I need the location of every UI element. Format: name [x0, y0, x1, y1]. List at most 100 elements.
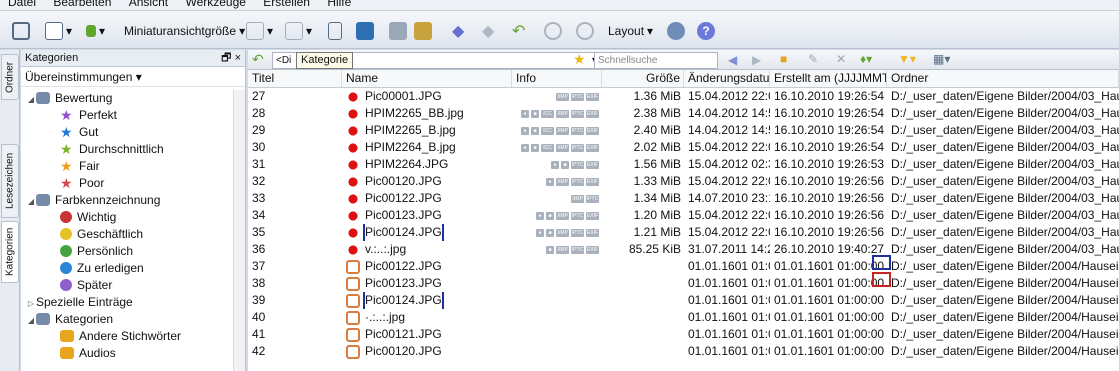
table-row[interactable]: 31 HPIM2264.JPG ● ■ IPTC EXIF 1.56 MiB 15.04.20… [248, 156, 1119, 173]
menu-datei[interactable]: Datei [8, 0, 36, 11]
tree-item[interactable]: Wichtig [21, 209, 234, 226]
help-button[interactable]: ? [697, 20, 715, 42]
expanded-icon[interactable]: ◢ [26, 193, 36, 210]
tree-scrollbar[interactable] [233, 90, 245, 371]
cell-folder: D:/_user_daten/Eigene Bilder/2004/Hausei… [891, 327, 1119, 341]
table-row[interactable]: 39 Pic00124.JPG 01.01.1601 01:00... 01.01.1… [248, 292, 1119, 309]
cell-name: Pic00124.JPG [342, 292, 512, 309]
tree-item[interactable]: ◢ Kategorien [21, 311, 234, 328]
tree-item[interactable]: ★ Perfekt [21, 107, 234, 124]
menu-bearbeiten[interactable]: Bearbeiten [53, 0, 111, 11]
tree-item[interactable]: ◢ Bewertung [21, 90, 234, 107]
tree-item[interactable]: Geschäftlich [21, 226, 234, 243]
filter-bar: ↶ <Di▾ Kategorie ★ Schnellsuche ◀ ▶ ■ ✎ … [248, 50, 1119, 70]
table-row[interactable]: 28 HPIM2265_BB.jpg ● ■ ICC XMP IPTC EXIF 2.38 Mi… [248, 105, 1119, 122]
slideshow-button[interactable] [414, 20, 432, 42]
back-button[interactable]: ◆ [452, 20, 464, 42]
tree-item[interactable]: ★ Poor [21, 175, 234, 192]
menu-hilfe[interactable]: Hilfe [327, 0, 351, 11]
back-filter-icon[interactable]: ◀ [728, 53, 737, 67]
header-ordner[interactable]: Ordner [887, 70, 1119, 87]
tab-ordner[interactable]: Ordner [1, 54, 19, 100]
cell-info [512, 275, 602, 292]
metadata-badge: EXIF [586, 160, 599, 169]
menu-erstellen[interactable]: Erstellen [263, 0, 310, 11]
funnel-icon[interactable]: ▼▾ [898, 52, 916, 66]
table-row[interactable]: 29 HPIM2265_B.jpg ● ■ ICC XMP IPTC EXIF 2.40 MiB… [248, 122, 1119, 139]
rotate-right-button[interactable] [576, 20, 594, 42]
forward-filter-icon[interactable]: ▶ [752, 53, 761, 67]
tab-kategorien[interactable]: Kategorien [1, 221, 19, 283]
match-filter[interactable]: Übereinstimmungen ▾ [21, 67, 245, 87]
fullscreen-button[interactable] [12, 20, 30, 42]
cell-title: 34 [252, 208, 266, 222]
header-aenderungsdatum[interactable]: Änderungsdatum [684, 70, 770, 87]
collapsed-icon[interactable]: ▷ [26, 295, 36, 312]
table-row[interactable]: 42 Pic00120.JPG 01.01.1601 01:00... 01.01.1… [248, 343, 1119, 360]
tree-item[interactable]: ▷ Spezielle Einträge [21, 294, 234, 311]
columns-icon[interactable]: ▦▾ [933, 52, 950, 66]
table-row[interactable]: 36 v.:..:.jpg ■ XMP IPTC EXIF 85.25 KiB 31.07.2… [248, 241, 1119, 258]
header-titel[interactable]: Titel [248, 70, 342, 87]
rotate-left-button[interactable] [544, 20, 562, 42]
edit-icon[interactable]: ✎ [808, 52, 818, 66]
table-row[interactable]: 27 Pic00001.JPG XMP IPTC EXIF 1.36 MiB 15.04.2… [248, 88, 1119, 105]
table-row[interactable]: 38 Pic00123.JPG 01.01.1601 01:00... 01.01.1… [248, 275, 1119, 292]
preview-button[interactable] [389, 20, 407, 42]
tree-item[interactable]: Später [21, 277, 234, 294]
file-name: Pic00123.JPG [365, 276, 442, 290]
refresh-filter-icon[interactable]: ↶ [252, 51, 264, 68]
tree-item[interactable]: ★ Fair [21, 158, 234, 175]
tree-item[interactable]: ◢ Farbkennzeichnung [21, 192, 234, 209]
delete-icon[interactable]: ✕ [836, 52, 846, 66]
table-row[interactable]: 37 Pic00122.JPG 01.01.1601 01:00... 01.01.1… [248, 258, 1119, 275]
tag-icon[interactable]: ♦▾ [860, 52, 872, 66]
header-info[interactable]: Info [512, 70, 602, 87]
table-row[interactable]: 40 ·.:..:.jpg 01.01.1601 01:00... 01.01.160… [248, 309, 1119, 326]
folder-icon[interactable]: ■ [780, 52, 787, 66]
star-filter-icon[interactable]: ★ [573, 51, 586, 68]
table-row[interactable]: 30 HPIM2264_B.jpg ● ■ ICC XMP IPTC EXIF 2.02 MiB… [248, 139, 1119, 156]
header-name[interactable]: Name [342, 70, 512, 87]
refresh-button[interactable]: ↶ [512, 20, 525, 42]
thumbnail-size-button[interactable]: Miniaturansichtgröße ▾ [124, 20, 245, 42]
rating-icon-icon [36, 92, 50, 104]
tree-item[interactable]: ★ Durchschnittlich [21, 141, 234, 158]
tree-item[interactable]: Persönlich [21, 243, 234, 260]
camera-button[interactable] [356, 20, 374, 42]
view-mode-button[interactable]: ▾ [45, 20, 72, 42]
move-button[interactable]: ▾ [285, 20, 312, 42]
expanded-icon[interactable]: ◢ [26, 312, 36, 329]
cell-title: 35 [252, 225, 266, 239]
tree-item[interactable]: Audios [21, 345, 234, 362]
red-star-icon: ★ [60, 175, 73, 191]
table-row[interactable]: 41 Pic00121.JPG 01.01.1601 01:00... 01.01.1… [248, 326, 1119, 343]
settings-button[interactable] [667, 20, 685, 42]
forward-button[interactable]: ◆ [482, 20, 494, 42]
pin-icon[interactable]: 🗗 [221, 52, 231, 64]
menu-werkzeuge[interactable]: Werkzeuge [185, 0, 245, 11]
table-row[interactable]: 32 Pic00120.JPG ● XMP IPTC EXIF 1.33 MiB 15.04.… [248, 173, 1119, 190]
cell-info: ● ■ IPTC EXIF [512, 156, 602, 173]
tab-lesezeichen[interactable]: Lesezeichen [1, 144, 19, 218]
header-groesse[interactable]: Größe [602, 70, 684, 87]
tree-item-label: Bewertung [55, 91, 113, 105]
expanded-icon[interactable]: ◢ [26, 91, 36, 108]
menu-ansicht[interactable]: Ansicht [129, 0, 168, 11]
tree-item-label: Andere Stichwörter [79, 329, 182, 343]
table-row[interactable]: 33 Pic00122.JPG XMP IPTC 1.34 MiB 14.07.2010 … [248, 190, 1119, 207]
tree-item[interactable]: Andere Stichwörter [21, 328, 234, 345]
close-icon[interactable]: × [235, 52, 241, 64]
sync-button[interactable]: ▾ [86, 20, 105, 42]
quick-search-input[interactable]: Schnellsuche [594, 52, 718, 69]
table-row[interactable]: 35 Pic00124.JPG ● ■ XMP IPTC EXIF 1.21 MiB 15.04… [248, 224, 1119, 241]
table-row[interactable]: 34 Pic00123.JPG ● ■ XMP IPTC EXIF 1.20 MiB 15.04… [248, 207, 1119, 224]
tree-button[interactable] [328, 20, 342, 42]
copy-button[interactable]: ▾ [246, 20, 273, 42]
cell-created: 16.10.2010 19:26:53 [774, 157, 885, 171]
header-erstellt[interactable]: Erstellt am (JJJJMMTT [770, 70, 887, 87]
cell-modified: 15.04.2012 22:09... [688, 174, 770, 188]
tree-item[interactable]: Zu erledigen [21, 260, 234, 277]
tree-item[interactable]: ★ Gut [21, 124, 234, 141]
layout-button[interactable]: Layout ▾ [608, 20, 653, 42]
